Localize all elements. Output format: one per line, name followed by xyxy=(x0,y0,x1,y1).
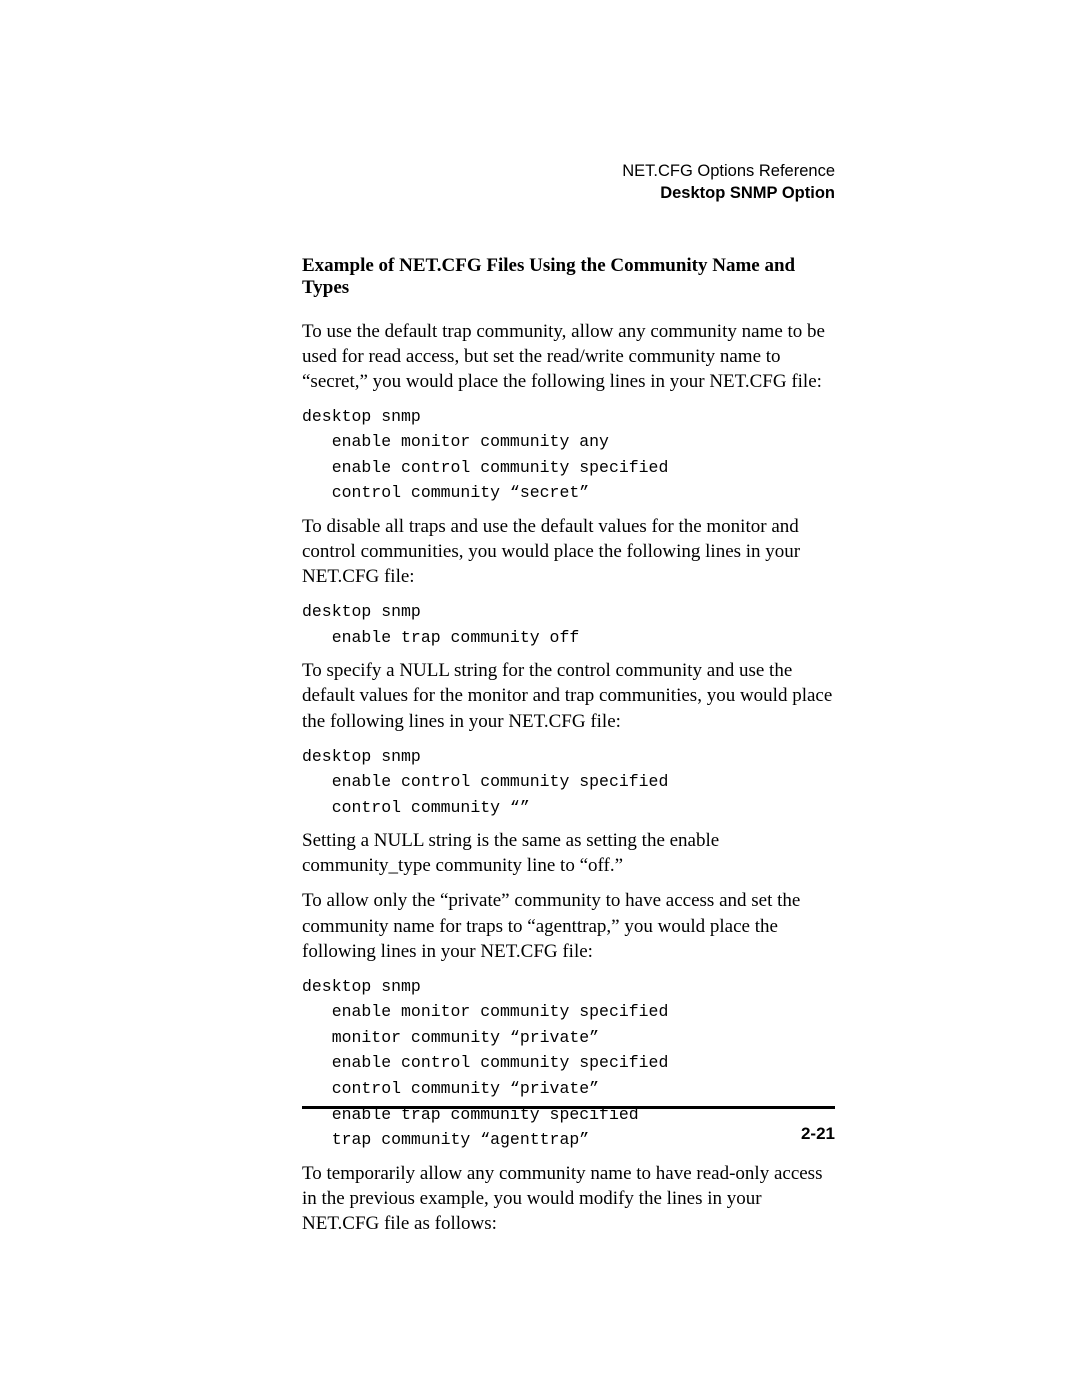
section-title: Desktop SNMP Option xyxy=(302,182,835,204)
footer-rule xyxy=(302,1106,835,1109)
page-content: NET.CFG Options Reference Desktop SNMP O… xyxy=(302,160,835,1246)
doc-title: NET.CFG Options Reference xyxy=(302,160,835,182)
section-heading: Example of NET.CFG Files Using the Commu… xyxy=(302,255,835,299)
paragraph: To allow only the “private” community to… xyxy=(302,888,835,963)
paragraph: To specify a NULL string for the control… xyxy=(302,658,835,733)
paragraph: To disable all traps and use the default… xyxy=(302,514,835,589)
code-block: desktop snmp enable monitor community an… xyxy=(302,404,835,506)
paragraph: Setting a NULL string is the same as set… xyxy=(302,828,835,878)
paragraph: To use the default trap community, allow… xyxy=(302,319,835,394)
code-block: desktop snmp enable control community sp… xyxy=(302,744,835,821)
page-number: 2-21 xyxy=(801,1124,835,1144)
code-block: desktop snmp enable trap community off xyxy=(302,599,835,650)
paragraph: To temporarily allow any community name … xyxy=(302,1161,835,1236)
code-block: desktop snmp enable monitor community sp… xyxy=(302,974,835,1153)
running-header: NET.CFG Options Reference Desktop SNMP O… xyxy=(302,160,835,205)
